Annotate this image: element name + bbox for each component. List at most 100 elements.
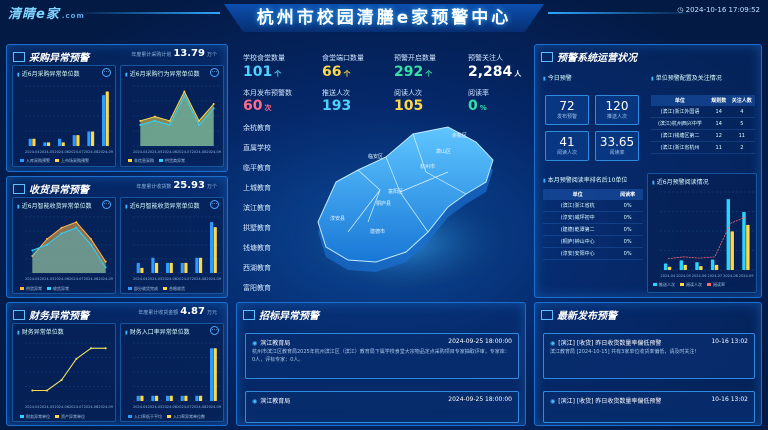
- point: [46, 238, 48, 241]
- kpi-unit: %: [479, 104, 487, 112]
- latest-card-body: 滨江教育局 [2024-10-15] 共有3家单位收货率偏低，请及时关注!: [550, 349, 697, 355]
- bid-card[interactable]: 滨江教育局 2024-09-25 18:00:00: [245, 391, 519, 423]
- tick-label: 2024-08: [723, 274, 738, 278]
- latest-title: 最新发布预警: [541, 307, 617, 322]
- ops-kpi: 33.65 阅读率: [595, 131, 639, 161]
- ops-kpi-label: 阅读率: [609, 150, 625, 156]
- legend-label: 合格收货: [169, 286, 185, 291]
- kpi-number: 2,284: [468, 64, 513, 80]
- district-item[interactable]: 余杭教育: [243, 123, 271, 133]
- purchase-chart2-svg: 2024-04 2024-05 2024-06 2024-07 2024-08 2024-…: [133, 85, 221, 154]
- kpi-unit: 个: [343, 70, 351, 78]
- table-row[interactable]: (滨江)浙江省杭州 11 2: [651, 141, 755, 154]
- bar: [136, 395, 140, 401]
- latest-card-title: [滨江] [收货] 昨日收货数量率偏低预警: [550, 396, 661, 405]
- tick-label: 2024-07: [69, 277, 84, 281]
- purchase-chart1-title: 近6月采购异常单位数: [17, 69, 80, 78]
- tick-label: 2024-06: [54, 150, 69, 154]
- tick-label: 2024-04: [25, 150, 40, 154]
- td: 0%: [612, 223, 643, 236]
- tick-label: 2024-06: [54, 277, 69, 281]
- tick-label: 2024-09: [206, 405, 221, 409]
- table-row[interactable]: (滨江)浙江省杭 0%: [543, 200, 643, 212]
- district-item[interactable]: 临平教育: [243, 163, 271, 173]
- point: [46, 389, 48, 392]
- finance-stat: 年度累计收货金额 4.87 万元: [138, 306, 217, 317]
- datetime: 2024-10-16 17:09:52: [685, 6, 760, 14]
- district-item[interactable]: 上城教育: [243, 183, 271, 193]
- district-item[interactable]: 拱墅教育: [243, 223, 271, 233]
- income-stat-value: 25.93: [173, 180, 205, 191]
- point: [104, 260, 107, 263]
- tick-label: 2024-08: [84, 405, 99, 409]
- hangzhou-map: [293, 126, 513, 287]
- map-label: 建德市: [370, 229, 386, 235]
- kpi-unit: 个: [425, 70, 433, 78]
- latest-card[interactable]: [滨江] [收货] 昨日收货数量率偏低预警 10-16 13:02 滨江教育局 …: [543, 333, 755, 379]
- ops-kpi: 41 阅读人次: [545, 131, 589, 161]
- more-icon[interactable]: ···: [210, 326, 219, 335]
- table-row[interactable]: (桐庐)钟山中心 0%: [543, 235, 643, 248]
- point: [198, 119, 200, 122]
- finance-chart1-svg: 2024-04 2024-05 2024-06 2024-07 2024-08 2024-…: [25, 342, 113, 409]
- bar: [184, 262, 188, 273]
- tick-label: 2024-04: [133, 150, 148, 154]
- tick-label: 2024-08: [192, 277, 207, 281]
- more-icon[interactable]: ···: [102, 68, 111, 77]
- tick-label: 2024-08: [192, 405, 207, 409]
- district-item[interactable]: 直属学校: [243, 143, 271, 153]
- finance-stat-value: 4.87: [180, 306, 205, 317]
- point: [90, 347, 92, 350]
- kpi-number: 101: [243, 64, 273, 80]
- table-row[interactable]: (滨江)杭州西兴中学 14 5: [651, 117, 755, 130]
- kpi-label: 学校食堂数量: [243, 54, 285, 62]
- td: (滨江)浙江外国语: [651, 106, 709, 118]
- header: 清睛e家 .com 杭州市校园清膳e家预警中心 ◷ 2024-10-16 17:0…: [0, 0, 768, 40]
- finance-chart1: 财务异常单位数 2024-042024-052024-062024-072024…: [12, 323, 116, 422]
- point: [31, 389, 34, 392]
- bar: [91, 131, 95, 146]
- more-icon[interactable]: ···: [210, 68, 219, 77]
- district-item[interactable]: 富阳教育: [243, 283, 271, 293]
- bar: [699, 266, 703, 270]
- map-label: 桐庐县: [376, 201, 392, 207]
- more-icon[interactable]: ···: [210, 200, 219, 209]
- point: [168, 124, 171, 127]
- tick-label: 2024-05: [148, 150, 163, 154]
- point: [90, 243, 92, 246]
- kpi-number: 292: [394, 64, 424, 80]
- th: 规则数: [708, 95, 729, 106]
- table-row[interactable]: (建德)乾潭第二 0%: [543, 223, 643, 236]
- kpi-unit: 人: [514, 70, 522, 78]
- title-wing-left: [70, 12, 220, 14]
- tick-label: 2024-05: [40, 277, 55, 281]
- table-row[interactable]: (滨江)浙江外国语 14 4: [651, 106, 755, 118]
- bar: [714, 264, 719, 270]
- district-item[interactable]: 西湖教育: [243, 263, 271, 273]
- clock: ◷ 2024-10-16 17:09:52: [677, 6, 760, 14]
- point: [31, 249, 34, 252]
- bid-card-body: 杭州市滨江区教育局2025年杭州滨江区（滨江）教育局下属学校食堂大宗物品定点采购…: [252, 349, 510, 363]
- td: 0%: [612, 200, 643, 212]
- more-icon[interactable]: ···: [102, 200, 111, 209]
- bar: [695, 262, 699, 270]
- latest-card-date: 10-16 13:02: [711, 396, 748, 403]
- district-item[interactable]: 滨江教育: [243, 203, 271, 213]
- bid-card[interactable]: 滨江教育局 2024-09-25 18:00:00 杭州市滨江区教育局2025年…: [245, 333, 519, 379]
- td: 5: [728, 117, 755, 130]
- rate-line: [667, 216, 747, 260]
- ops-kpi-label: 发布预警: [556, 114, 577, 120]
- latest-card[interactable]: [滨江] [收货] 昨日收货数量率偏低预警 10-16 13:02: [543, 391, 755, 423]
- td: (滨江)钱塘区第二: [651, 129, 709, 142]
- finance-chart1-title: 财务异常单位数: [17, 327, 64, 336]
- tick-label: 2024-05: [676, 274, 691, 278]
- table-row[interactable]: (滨江)钱塘区第二 12 11: [651, 129, 755, 142]
- table-row[interactable]: (淳安)威坪初中 0%: [543, 211, 643, 224]
- reading-chart-title: 近6月预警阅读情况: [652, 177, 709, 186]
- tick-label: 2024-09: [98, 277, 113, 281]
- district-item[interactable]: 钱塘教育: [243, 243, 271, 253]
- td: (滨江)杭州西兴中学: [651, 117, 709, 130]
- latest-card-title: [滨江] [收货] 昨日收货数量率偏低预警: [550, 338, 661, 347]
- bar: [663, 263, 668, 270]
- table-row[interactable]: (淳安)安阳中心 0%: [543, 247, 643, 260]
